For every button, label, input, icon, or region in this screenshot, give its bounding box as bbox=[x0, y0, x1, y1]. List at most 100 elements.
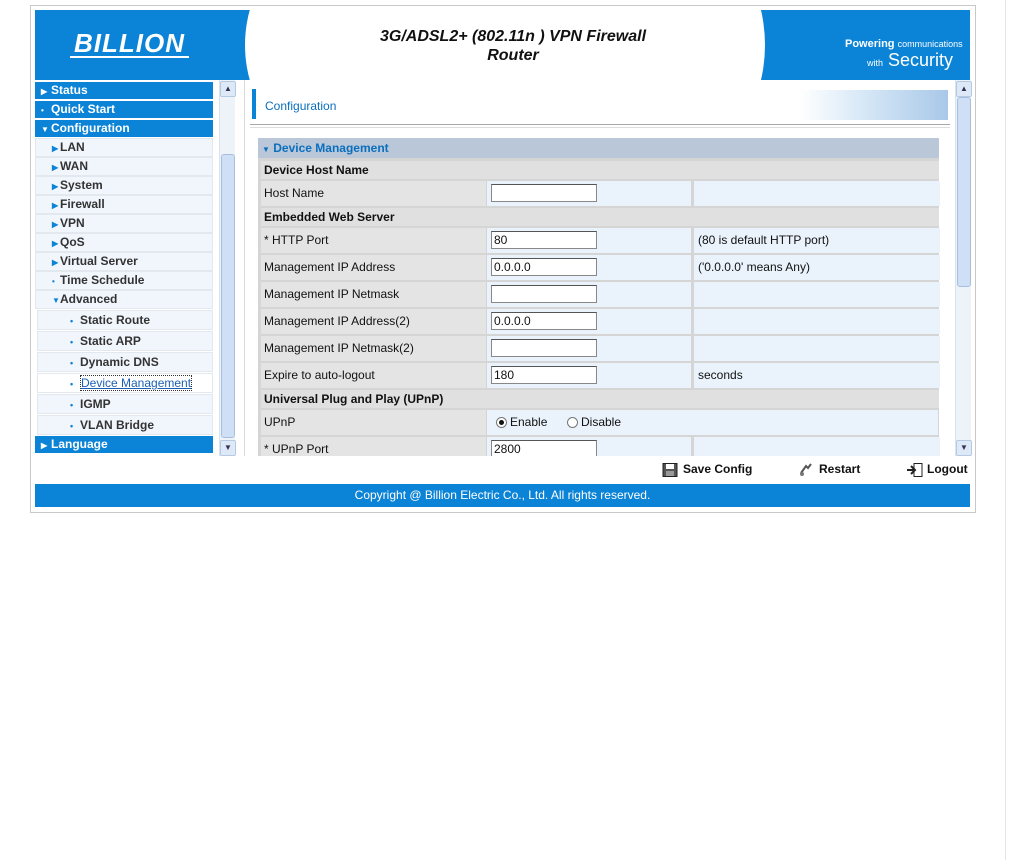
triangle-right-icon: ▶ bbox=[41, 441, 48, 450]
management-netmask-2-label: Management IP Netmask(2) bbox=[261, 336, 486, 361]
restart-label: Restart bbox=[819, 462, 861, 476]
host-name-input[interactable] bbox=[491, 184, 597, 202]
menu-virtual-server[interactable]: ▶ Virtual Server bbox=[35, 252, 213, 271]
menu-firewall-label: Firewall bbox=[60, 197, 105, 211]
menu-vpn-label: VPN bbox=[60, 216, 85, 230]
content-panel: Configuration ▼ Device Management Device… bbox=[244, 80, 955, 456]
powering-text: Powering bbox=[845, 38, 895, 50]
upnp-disable-radio[interactable] bbox=[567, 417, 578, 428]
group-upnp: Universal Plug and Play (UPnP) bbox=[261, 390, 939, 408]
expire-logout-cell: 180 bbox=[487, 363, 691, 388]
title-divider bbox=[250, 124, 950, 128]
upnp-enable-radio[interactable] bbox=[496, 417, 507, 428]
save-config-button[interactable]: Save Config bbox=[662, 462, 752, 477]
management-netmask-2-input[interactable] bbox=[491, 339, 597, 357]
content-scroll-thumb[interactable] bbox=[957, 97, 971, 287]
row-upnp-port: * UPnP Port 2800 bbox=[261, 437, 940, 456]
triangle-right-icon: ▶ bbox=[52, 220, 59, 229]
expire-logout-label: Expire to auto-logout bbox=[261, 363, 486, 388]
save-config-label: Save Config bbox=[683, 462, 753, 476]
management-ip-label: Management IP Address bbox=[261, 255, 486, 280]
triangle-down-icon: ▼ bbox=[52, 296, 60, 305]
menu-dynamic-dns[interactable]: • Dynamic DNS bbox=[37, 352, 213, 372]
row-management-netmask-2: Management IP Netmask(2) bbox=[261, 336, 940, 361]
menu-vpn[interactable]: ▶ VPN bbox=[35, 214, 213, 233]
logout-label: Logout bbox=[927, 462, 968, 476]
restart-button[interactable]: Restart bbox=[798, 462, 860, 477]
menu-configuration-label: Configuration bbox=[51, 121, 130, 135]
upnp-port-input[interactable]: 2800 bbox=[491, 440, 597, 456]
triangle-right-icon: ▶ bbox=[52, 258, 59, 267]
scroll-down-icon[interactable]: ▼ bbox=[956, 440, 972, 456]
group-embedded-web-server: Embedded Web Server bbox=[261, 208, 939, 226]
management-ip-2-input[interactable]: 0.0.0.0 bbox=[491, 312, 597, 330]
office-banner-image bbox=[800, 90, 948, 120]
dot-icon: • bbox=[70, 337, 74, 347]
menu-qos-label: QoS bbox=[60, 235, 85, 249]
menu-lan[interactable]: ▶ LAN bbox=[35, 138, 213, 157]
expire-logout-input[interactable]: 180 bbox=[491, 366, 597, 384]
content-scrollbar[interactable]: ▲ ▼ bbox=[955, 80, 972, 456]
http-port-cell: 80 bbox=[487, 228, 691, 253]
powering-tagline: Powering communications bbox=[845, 38, 963, 50]
triangle-right-icon: ▶ bbox=[52, 239, 59, 248]
host-name-label: Host Name bbox=[261, 181, 486, 206]
logout-door-icon bbox=[906, 462, 923, 477]
upnp-enable-label[interactable]: Enable bbox=[510, 415, 547, 429]
dot-icon: • bbox=[70, 421, 74, 431]
management-netmask-2-cell bbox=[487, 336, 691, 361]
menu-igmp[interactable]: • IGMP bbox=[37, 394, 213, 414]
triangle-right-icon: ▶ bbox=[41, 87, 48, 96]
menu-scrollbar[interactable]: ▲ ▼ bbox=[219, 80, 236, 456]
menu-advanced[interactable]: ▼Advanced bbox=[35, 290, 213, 309]
upnp-disable-label[interactable]: Disable bbox=[581, 415, 621, 429]
management-netmask-note bbox=[694, 282, 940, 307]
menu-qos[interactable]: ▶ QoS bbox=[35, 233, 213, 252]
triangle-down-icon: ▼ bbox=[41, 125, 49, 134]
page-title: Configuration bbox=[265, 99, 337, 113]
row-expire-logout: Expire to auto-logout 180 seconds bbox=[261, 363, 940, 388]
menu-language[interactable]: ▶ Language bbox=[35, 436, 213, 453]
menu-igmp-label: IGMP bbox=[80, 397, 111, 411]
scroll-up-icon[interactable]: ▲ bbox=[220, 81, 236, 97]
menu-configuration[interactable]: ▼ Configuration bbox=[35, 120, 213, 137]
title-accent-bar bbox=[252, 89, 256, 119]
section-header[interactable]: ▼ Device Management bbox=[258, 138, 939, 158]
logout-button[interactable]: Logout bbox=[906, 462, 968, 477]
menu-system[interactable]: ▶ System bbox=[35, 176, 213, 195]
row-management-ip: Management IP Address 0.0.0.0 ('0.0.0.0'… bbox=[261, 255, 940, 280]
management-ip-input[interactable]: 0.0.0.0 bbox=[491, 258, 597, 276]
communications-text: communications bbox=[897, 39, 963, 49]
menu-scroll-thumb[interactable] bbox=[221, 154, 235, 438]
menu-vlan-bridge[interactable]: • VLAN Bridge bbox=[37, 415, 213, 435]
dot-icon: • bbox=[52, 277, 55, 286]
menu-system-label: System bbox=[60, 178, 103, 192]
menu-quick-start[interactable]: • Quick Start bbox=[35, 101, 213, 118]
menu-wan[interactable]: ▶ WAN bbox=[35, 157, 213, 176]
http-port-input[interactable]: 80 bbox=[491, 231, 597, 249]
window-scrollbar[interactable] bbox=[1005, 0, 1022, 860]
management-netmask-input[interactable] bbox=[491, 285, 597, 303]
dot-icon: • bbox=[70, 316, 74, 326]
security-tagline: with Security bbox=[867, 50, 953, 71]
triangle-down-icon: ▼ bbox=[262, 145, 270, 154]
scroll-down-icon[interactable]: ▼ bbox=[220, 440, 236, 456]
floppy-disk-icon bbox=[662, 462, 678, 477]
scroll-up-icon[interactable]: ▲ bbox=[956, 81, 972, 97]
upnp-port-cell: 2800 bbox=[487, 437, 691, 456]
menu-time-schedule[interactable]: • Time Schedule bbox=[35, 271, 213, 290]
menu-dynamic-dns-label: Dynamic DNS bbox=[80, 355, 159, 369]
menu-firewall[interactable]: ▶ Firewall bbox=[35, 195, 213, 214]
menu-static-arp[interactable]: • Static ARP bbox=[37, 331, 213, 351]
menu-static-route[interactable]: • Static Route bbox=[37, 310, 213, 330]
management-ip-2-note bbox=[694, 309, 940, 334]
menu-device-management[interactable]: • Device Management bbox=[37, 373, 213, 393]
menu-status-label: Status bbox=[51, 83, 88, 97]
row-management-netmask: Management IP Netmask bbox=[261, 282, 940, 307]
with-text: with bbox=[867, 58, 884, 68]
triangle-right-icon: ▶ bbox=[52, 144, 59, 153]
http-port-label: * HTTP Port bbox=[261, 228, 486, 253]
menu-status[interactable]: ▶ Status bbox=[35, 82, 213, 99]
triangle-right-icon: ▶ bbox=[52, 182, 59, 191]
upnp-port-label: * UPnP Port bbox=[261, 437, 486, 456]
